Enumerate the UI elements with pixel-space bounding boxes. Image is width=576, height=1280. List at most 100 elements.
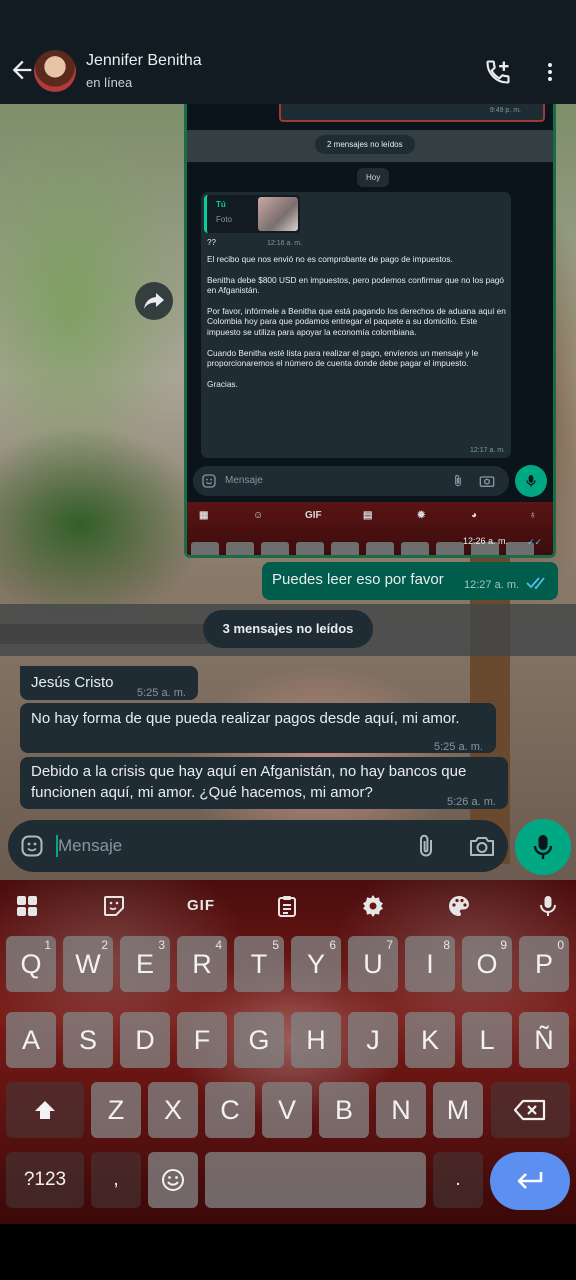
back-arrow-icon[interactable] [8, 56, 36, 84]
outgoing-message-text: Puedes leer eso por favor [272, 571, 444, 588]
embedded-message-text: El recibo que nos envió no es comprobant… [207, 254, 506, 389]
period-key[interactable]: . [433, 1152, 483, 1208]
forward-icon [144, 293, 164, 309]
avatar[interactable] [34, 50, 76, 92]
outgoing-message[interactable]: Puedes leer eso por favor 12:27 a. m. [262, 562, 558, 600]
embedded-unread-label: 2 mensajes no leídos [315, 135, 415, 154]
forward-button[interactable] [135, 282, 173, 320]
key-y[interactable]: Y6 [291, 936, 341, 992]
incoming-message-text: No hay forma de que pueda realizar pagos… [31, 710, 460, 727]
key-s[interactable]: S [63, 1012, 113, 1068]
key-o[interactable]: O9 [462, 936, 512, 992]
key-k[interactable]: K [405, 1012, 455, 1068]
unread-messages-label: 3 mensajes no leídos [222, 621, 354, 636]
incoming-message-time: 5:25 a. m. [137, 687, 186, 699]
key-b[interactable]: B [319, 1082, 369, 1138]
camera-icon[interactable] [468, 834, 496, 858]
key-e[interactable]: E3 [120, 936, 170, 992]
key-g[interactable]: G [234, 1012, 284, 1068]
apps-icon[interactable] [15, 894, 39, 918]
key-hint: 0 [557, 938, 564, 952]
key-h[interactable]: H [291, 1012, 341, 1068]
mic-icon [533, 835, 553, 859]
incoming-message[interactable]: Debido a la crisis que hay aquí en Afgan… [20, 757, 508, 809]
key-r[interactable]: R4 [177, 936, 227, 992]
embedded-day-label: Hoy [357, 168, 390, 187]
key-x[interactable]: X [148, 1082, 198, 1138]
message-input-placeholder[interactable]: Mensaje [58, 836, 122, 856]
key-n[interactable]: N [376, 1082, 426, 1138]
key-z[interactable]: Z [91, 1082, 141, 1138]
incoming-message[interactable]: No hay forma de que pueda realizar pagos… [20, 703, 496, 753]
app-bar: Jennifer Benitha en línea [0, 0, 576, 104]
emoji-key-icon [162, 1169, 184, 1191]
embedded-voice-icon: ♁ [529, 510, 537, 521]
emoji-key[interactable] [148, 1152, 198, 1208]
key-f[interactable]: F [177, 1012, 227, 1068]
key-v[interactable]: V [262, 1082, 312, 1138]
key-u[interactable]: U7 [348, 936, 398, 992]
key-label: U [363, 949, 383, 979]
key-label: R [192, 949, 212, 979]
key-hint: 4 [215, 938, 222, 952]
key-label: Y [306, 949, 325, 979]
emoji-icon[interactable] [20, 834, 44, 858]
contact-status: en línea [86, 75, 133, 90]
keyboard-toolbar: GIF [0, 880, 576, 932]
message-input-bar[interactable]: Mensaje [8, 820, 508, 872]
embedded-settings-icon: ✹ [417, 510, 426, 521]
embedded-apps-icon: ▦ [199, 510, 209, 521]
incoming-message-text: Debido a la crisis que hay aquí en Afgan… [31, 763, 467, 801]
embedded-attach-icon [455, 474, 461, 487]
key-l[interactable]: L [462, 1012, 512, 1068]
key-c[interactable]: C [205, 1082, 255, 1138]
key-q[interactable]: Q1 [6, 936, 56, 992]
sticker-icon[interactable] [102, 894, 126, 918]
clipboard-icon[interactable] [275, 894, 299, 918]
unread-messages-banner: 3 mensajes no leídos [203, 610, 373, 648]
key-i[interactable]: I8 [405, 936, 455, 992]
key-t[interactable]: T5 [234, 936, 284, 992]
incoming-message[interactable]: Jesús Cristo 5:25 a. m. [20, 666, 198, 700]
add-call-icon[interactable] [484, 58, 512, 86]
key-a[interactable]: A [6, 1012, 56, 1068]
voice-input-icon[interactable] [536, 894, 560, 918]
key-p[interactable]: P0 [519, 936, 569, 992]
embedded-quoted-reply: Tú Foto [204, 195, 300, 233]
embedded-mic-button [515, 465, 547, 497]
backspace-key[interactable] [491, 1082, 570, 1138]
embedded-sticker-icon: ☺ [253, 510, 264, 521]
gif-button[interactable]: GIF [187, 897, 215, 914]
key-label: E [135, 949, 154, 979]
settings-icon[interactable] [361, 894, 385, 918]
enter-key[interactable] [490, 1152, 570, 1210]
comma-key[interactable]: , [91, 1152, 141, 1208]
key-enye[interactable]: Ñ [519, 1012, 569, 1068]
embedded-camera-icon [479, 476, 495, 487]
embedded-input-bar: Mensaje [193, 466, 509, 496]
embedded-mic-icon [526, 475, 536, 487]
read-ticks-icon [526, 577, 545, 590]
forwarded-screenshot-image[interactable]: 9:49 p. m. 2 mensajes no leídos Hoy Tú F… [184, 104, 556, 558]
shift-key[interactable] [6, 1082, 84, 1138]
symbols-key[interactable]: ?123 [6, 1152, 84, 1208]
mic-button[interactable] [515, 819, 571, 875]
embedded-reply-text: ?? [207, 238, 216, 247]
key-d[interactable]: D [120, 1012, 170, 1068]
incoming-message-time: 5:25 a. m. [434, 741, 483, 753]
key-w[interactable]: W2 [63, 936, 113, 992]
key-j[interactable]: J [348, 1012, 398, 1068]
embedded-emoji-icon [202, 474, 216, 488]
embedded-read-ticks-icon: ✓✓ [527, 537, 543, 547]
space-key[interactable] [205, 1152, 426, 1208]
embedded-last-time: 12:26 a. m. [463, 536, 509, 546]
embedded-clipboard-icon: ▤ [363, 510, 373, 521]
key-m[interactable]: M [433, 1082, 483, 1138]
key-hint: 7 [386, 938, 393, 952]
embedded-keyboard: ▦ ☺ GIF ▤ ✹ ◕ ♁ [187, 502, 553, 555]
palette-icon[interactable] [447, 894, 471, 918]
contact-name[interactable]: Jennifer Benitha [86, 52, 202, 70]
more-vert-icon[interactable] [538, 60, 562, 84]
embedded-quote-thumbnail [258, 197, 298, 231]
attach-icon[interactable] [414, 834, 438, 858]
